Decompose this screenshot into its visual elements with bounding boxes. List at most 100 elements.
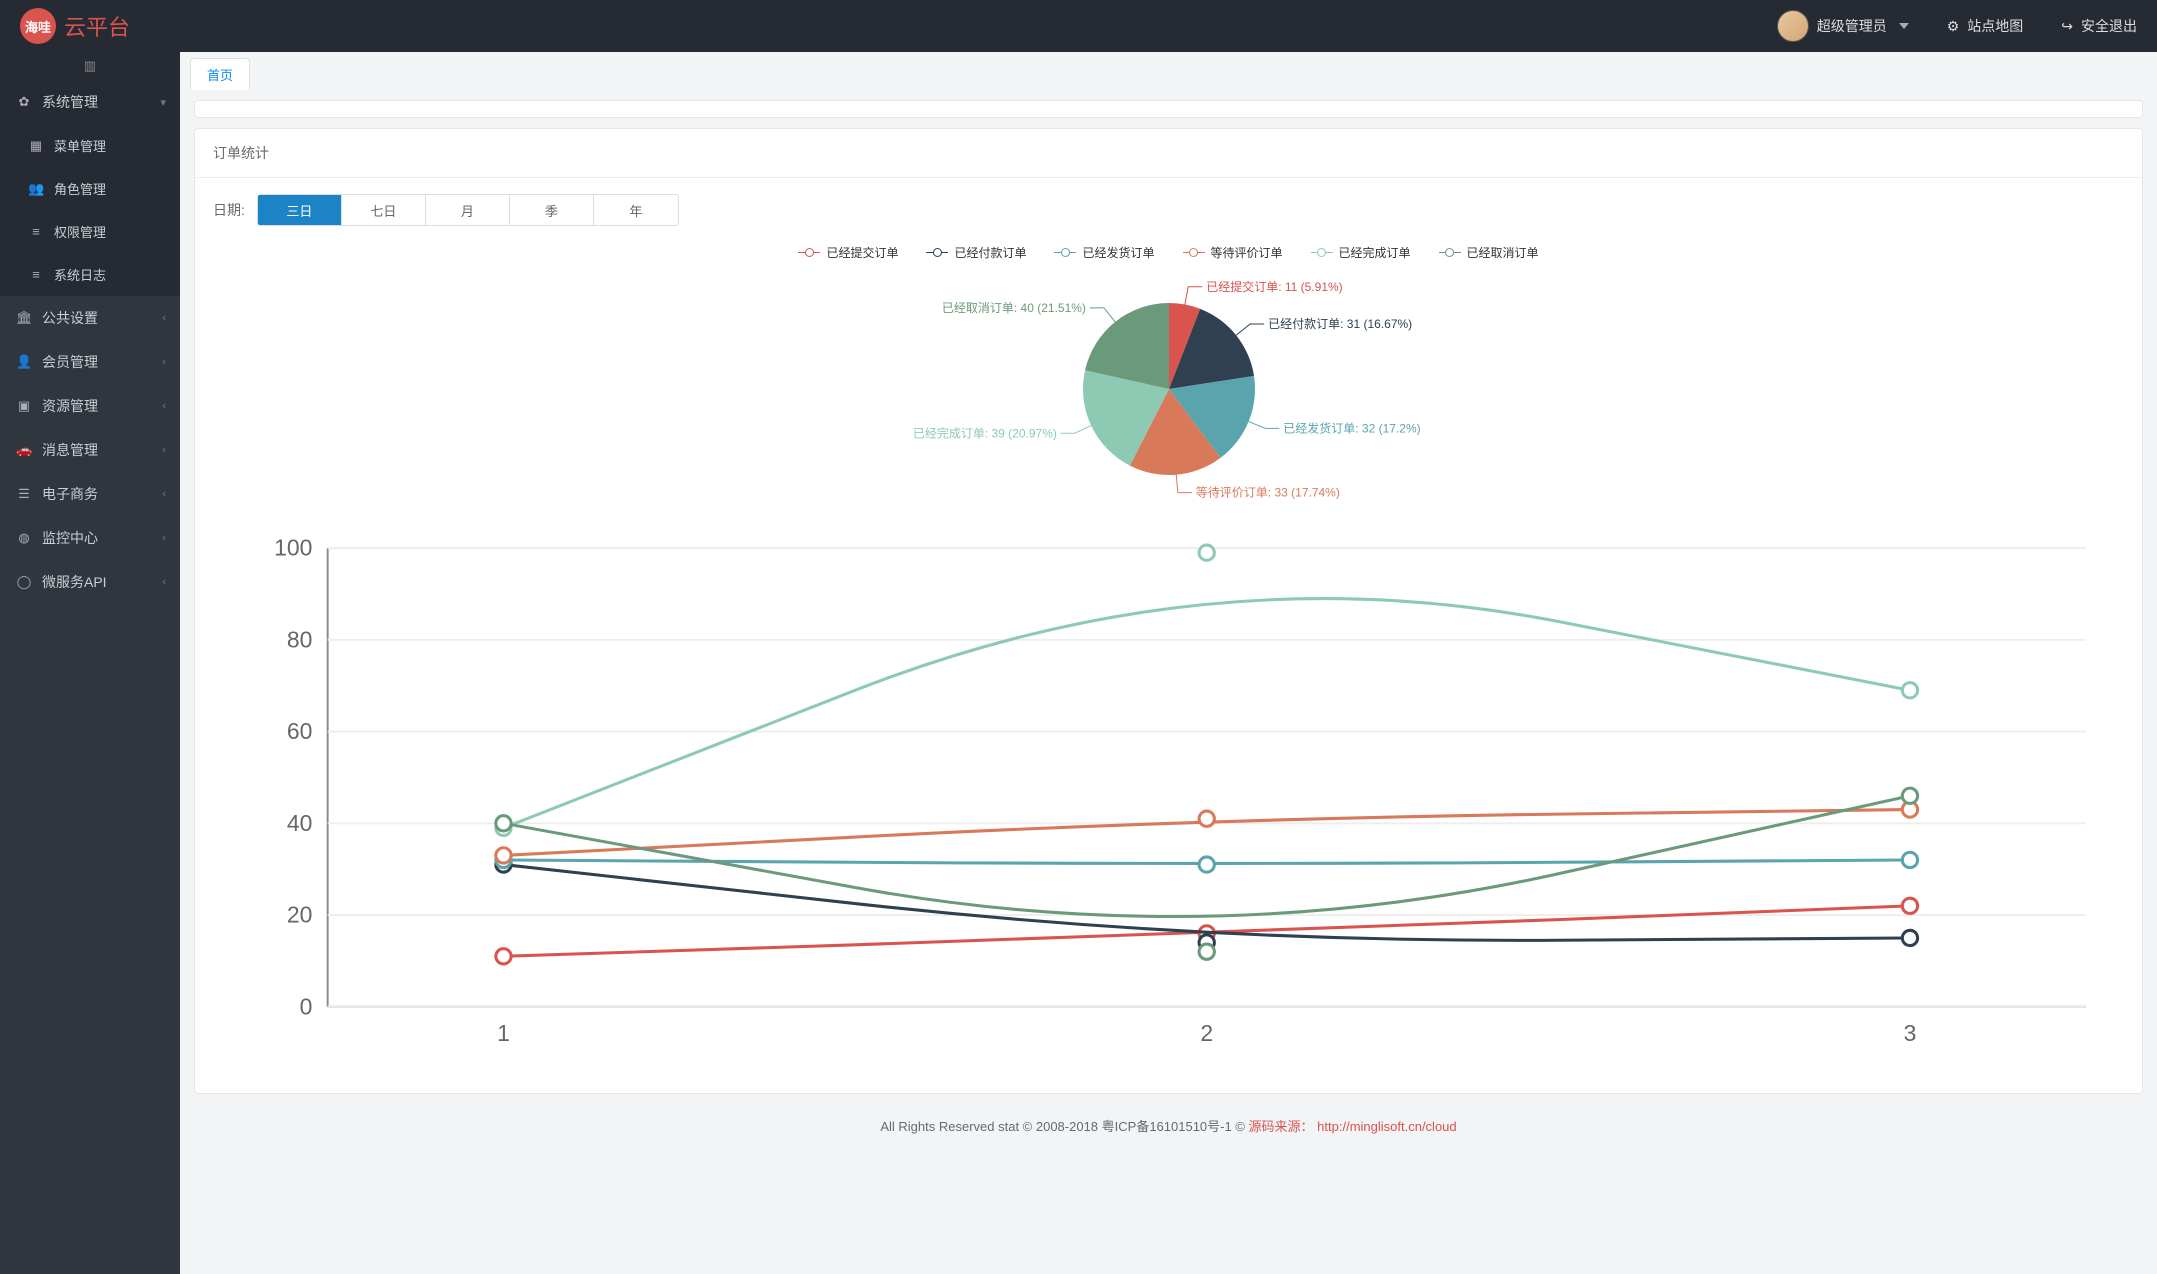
footer-source-label: 源码来源：	[1249, 1119, 1314, 1134]
sidebar-item-ecommerce[interactable]: ☰ 电子商务 ‹	[0, 472, 180, 516]
sidebar-collapse-toggle[interactable]: ▥	[0, 52, 180, 80]
logout-link[interactable]: ↪ 安全退出	[2061, 16, 2137, 36]
chevron-left-icon: ‹	[162, 576, 166, 588]
tab-home[interactable]: 首页	[190, 58, 250, 90]
svg-text:2: 2	[1200, 1020, 1213, 1046]
logo-badge: 海哇	[20, 8, 56, 44]
logout-icon: ↪	[2061, 18, 2073, 35]
date-filter-row: 日期: 三日七日月季年	[213, 194, 2124, 226]
chevron-left-icon: ‹	[162, 312, 166, 324]
user-menu[interactable]: 超级管理员	[1777, 10, 1909, 42]
svg-text:已经提交订单: 11 (5.91%): 已经提交订单: 11 (5.91%)	[1206, 279, 1342, 294]
content-area: 首页 订单统计 日期: 三日七日月季年 已经提交订单已经付款订单已经发货订单等待…	[180, 52, 2157, 1274]
svg-text:80: 80	[287, 626, 313, 652]
svg-text:1: 1	[497, 1020, 510, 1046]
sidebar-item-resource-mgmt[interactable]: ▣ 资源管理 ‹	[0, 384, 180, 428]
svg-text:3: 3	[1904, 1020, 1917, 1046]
pie-chart: 已经提交订单: 11 (5.91%) 已经付款订单: 31 (16.67%) 已经发…	[213, 279, 2124, 499]
sidebar-item-label: 资源管理	[42, 396, 98, 416]
legend-item[interactable]: 等待评价订单	[1183, 244, 1283, 261]
sidebar-item-member-mgmt[interactable]: 👤 会员管理 ‹	[0, 340, 180, 384]
order-stats-panel: 订单统计 日期: 三日七日月季年 已经提交订单已经付款订单已经发货订单等待评价订…	[194, 128, 2143, 1094]
circle-icon: ◯	[16, 574, 32, 590]
sidebar-item-system[interactable]: ✿ 系统管理 ▾	[0, 80, 180, 124]
sidebar-item-label: 会员管理	[42, 352, 98, 372]
chevron-down-icon: ▾	[160, 96, 166, 109]
sidebar-item-label: 微服务API	[42, 572, 107, 592]
footer-source-link[interactable]: http://minglisoft.cn/cloud	[1317, 1119, 1456, 1134]
user-icon: 👤	[16, 354, 32, 370]
line-chart: 0 20 40 60 80 100 1 2 3	[213, 529, 2124, 1067]
date-option-button[interactable]: 年	[594, 195, 678, 225]
sidebar-item-label: 系统管理	[42, 92, 98, 112]
sidebar-item-microservice-api[interactable]: ◯ 微服务API ‹	[0, 560, 180, 604]
legend-item[interactable]: 已经完成订单	[1311, 244, 1411, 261]
sidebar-item-public-settings[interactable]: 🏛 公共设置 ‹	[0, 296, 180, 340]
panel-title: 订单统计	[195, 129, 2142, 178]
list-icon: ≡	[28, 224, 44, 239]
date-label: 日期:	[213, 200, 245, 220]
svg-text:等待评价订单: 33 (17.74%): 等待评价订单: 33 (17.74%)	[1195, 486, 1339, 499]
bank-icon: 🏛	[16, 310, 32, 326]
date-option-button[interactable]: 七日	[342, 195, 426, 225]
sidebar-submenu-system: ▦ 菜单管理 👥 角色管理 ≡ 权限管理 ≡ 系统日志	[0, 124, 180, 296]
caret-down-icon	[1899, 23, 1909, 29]
chevron-left-icon: ‹	[162, 444, 166, 456]
chevron-left-icon: ‹	[162, 488, 166, 500]
sidebar-item-label: 系统日志	[54, 265, 106, 284]
date-option-button[interactable]: 月	[426, 195, 510, 225]
logout-label: 安全退出	[2081, 16, 2137, 36]
chevron-left-icon: ‹	[162, 532, 166, 544]
grid-icon: ▦	[28, 138, 44, 154]
car-icon: 🚗	[16, 442, 32, 458]
date-option-button[interactable]: 三日	[258, 195, 342, 225]
tab-bar: 首页	[180, 52, 2157, 90]
folder-icon: ▣	[16, 398, 32, 414]
sidebar-item-label: 角色管理	[54, 179, 106, 198]
sidebar-item-perm-mgmt[interactable]: ≡ 权限管理	[0, 210, 180, 253]
sidebar-item-label: 电子商务	[42, 484, 98, 504]
svg-text:已经取消订单: 40 (21.51%): 已经取消订单: 40 (21.51%)	[941, 301, 1085, 315]
legend-item[interactable]: 已经付款订单	[926, 244, 1026, 261]
legend-item[interactable]: 已经取消订单	[1439, 244, 1539, 261]
sidebar-item-label: 公共设置	[42, 308, 98, 328]
sliders-icon: ☰	[16, 486, 32, 502]
sitemap-link[interactable]: ⚙ 站点地图	[1947, 16, 2024, 36]
chevron-left-icon: ‹	[162, 400, 166, 412]
sidebar-item-label: 消息管理	[42, 440, 98, 460]
legend-item[interactable]: 已经发货订单	[1054, 244, 1154, 261]
svg-text:0: 0	[300, 993, 313, 1019]
user-label: 超级管理员	[1817, 16, 1887, 36]
date-option-button[interactable]: 季	[510, 195, 594, 225]
svg-text:60: 60	[287, 718, 313, 744]
svg-text:20: 20	[287, 902, 313, 928]
date-button-group: 三日七日月季年	[257, 194, 679, 226]
footer-copyright: All Rights Reserved stat © 2008-2018 粤IC…	[880, 1119, 1248, 1134]
svg-text:已经付款订单: 31 (16.67%): 已经付款订单: 31 (16.67%)	[1268, 317, 1412, 331]
sitemap-label: 站点地图	[1967, 16, 2023, 36]
svg-text:已经完成订单: 39 (20.97%): 已经完成订单: 39 (20.97%)	[912, 425, 1056, 440]
sidebar-item-label: 监控中心	[42, 528, 98, 548]
sidebar-item-message-mgmt[interactable]: 🚗 消息管理 ‹	[0, 428, 180, 472]
sidebar: ▥ ✿ 系统管理 ▾ ▦ 菜单管理 👥 角色管理 ≡ 权限管理 ≡ 系统日志	[0, 52, 180, 1274]
list-icon: ≡	[28, 267, 44, 282]
sidebar-item-syslog[interactable]: ≡ 系统日志	[0, 253, 180, 296]
svg-text:40: 40	[287, 810, 313, 836]
logo-text: 云平台	[64, 10, 130, 42]
gear-icon: ✿	[16, 94, 32, 110]
chevron-left-icon: ‹	[162, 356, 166, 368]
cube-icon: ◍	[16, 530, 32, 546]
sidebar-item-label: 权限管理	[54, 222, 106, 241]
legend-item[interactable]: 已经提交订单	[798, 244, 898, 261]
sidebar-item-menu-mgmt[interactable]: ▦ 菜单管理	[0, 124, 180, 167]
sitemap-icon: ⚙	[1947, 18, 1960, 35]
sidebar-item-role-mgmt[interactable]: 👥 角色管理	[0, 167, 180, 210]
sidebar-item-monitor[interactable]: ◍ 监控中心 ‹	[0, 516, 180, 560]
sidebar-item-label: 菜单管理	[54, 136, 106, 155]
svg-text:已经发货订单: 32 (17.2%): 已经发货订单: 32 (17.2%)	[1283, 420, 1420, 435]
svg-text:100: 100	[274, 535, 312, 561]
panel-spacer-top	[194, 100, 2143, 118]
footer: All Rights Reserved stat © 2008-2018 粤IC…	[180, 1104, 2157, 1147]
users-icon: 👥	[28, 181, 44, 197]
chart-legend: 已经提交订单 已经付款订单 已经发货订单 等待评价订单 已经完成订单 已经取消订单	[213, 244, 2124, 261]
